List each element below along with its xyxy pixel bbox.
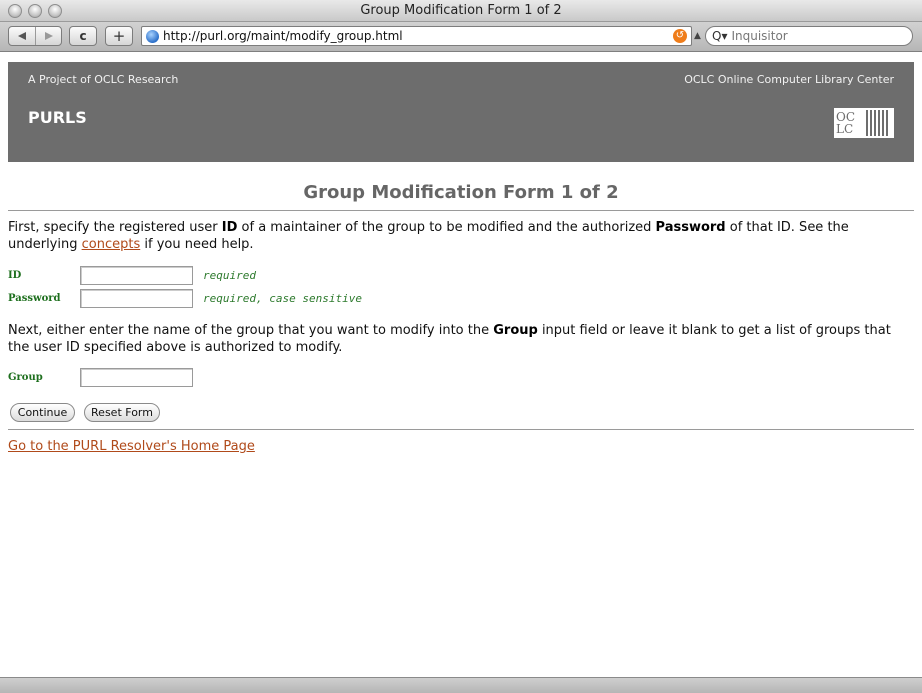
- site-banner: A Project of OCLC Research OCLC Online C…: [8, 62, 914, 162]
- title-bar: Group Modification Form 1 of 2: [0, 0, 922, 22]
- group-input[interactable]: [80, 368, 193, 387]
- search-icon: Q▾: [712, 29, 728, 43]
- back-forward-group: [8, 26, 62, 46]
- address-bar[interactable]: http://purl.org/maint/modify_group.html …: [141, 26, 692, 46]
- concepts-link[interactable]: concepts: [82, 237, 141, 252]
- password-hint: required, case sensitive: [203, 292, 362, 305]
- forward-arrow-icon: [44, 32, 53, 40]
- continue-button[interactable]: Continue: [10, 403, 75, 422]
- back-arrow-icon: [18, 32, 26, 40]
- id-input[interactable]: [80, 266, 193, 285]
- page-content: A Project of OCLC Research OCLC Online C…: [0, 53, 922, 677]
- reload-icon: c: [79, 29, 87, 43]
- project-text: A Project of OCLC Research: [28, 73, 179, 86]
- reset-form-button[interactable]: Reset Form: [84, 403, 160, 422]
- plus-icon: +: [112, 27, 126, 45]
- password-input[interactable]: [80, 289, 193, 308]
- logo-letters: OC LC: [836, 110, 856, 136]
- id-label: ID: [8, 270, 22, 281]
- status-bar: [0, 677, 922, 693]
- home-page-link[interactable]: Go to the PURL Resolver's Home Page: [8, 439, 255, 454]
- id-hint: required: [203, 269, 256, 282]
- forward-button[interactable]: [35, 27, 61, 45]
- globe-icon: [146, 29, 159, 43]
- logo-bars: [866, 110, 888, 136]
- intro-paragraph: First, specify the registered user ID of…: [8, 220, 849, 252]
- divider: [8, 210, 914, 211]
- search-field[interactable]: Q▾ Inquisitor: [705, 26, 913, 46]
- oclc-logo: OC LC: [834, 108, 894, 138]
- back-button[interactable]: [9, 27, 35, 45]
- search-placeholder: Inquisitor: [731, 29, 788, 43]
- browser-toolbar: c + http://purl.org/maint/modify_group.h…: [0, 22, 922, 52]
- group-label: Group: [8, 372, 43, 383]
- url-history-caret-icon[interactable]: ▲: [694, 31, 701, 41]
- page-heading: Group Modification Form 1 of 2: [303, 182, 619, 203]
- add-bookmark-button[interactable]: +: [105, 26, 133, 46]
- password-label: Password: [8, 293, 61, 304]
- divider: [8, 429, 914, 430]
- window-title: Group Modification Form 1 of 2: [360, 3, 562, 18]
- org-name: OCLC Online Computer Library Center: [684, 73, 894, 86]
- url-text: http://purl.org/maint/modify_group.html: [163, 29, 403, 43]
- snapback-icon[interactable]: ↺: [673, 29, 687, 43]
- reload-button[interactable]: c: [69, 26, 97, 46]
- group-instructions: Next, either enter the name of the group…: [8, 323, 891, 355]
- site-title: PURLS: [28, 108, 87, 127]
